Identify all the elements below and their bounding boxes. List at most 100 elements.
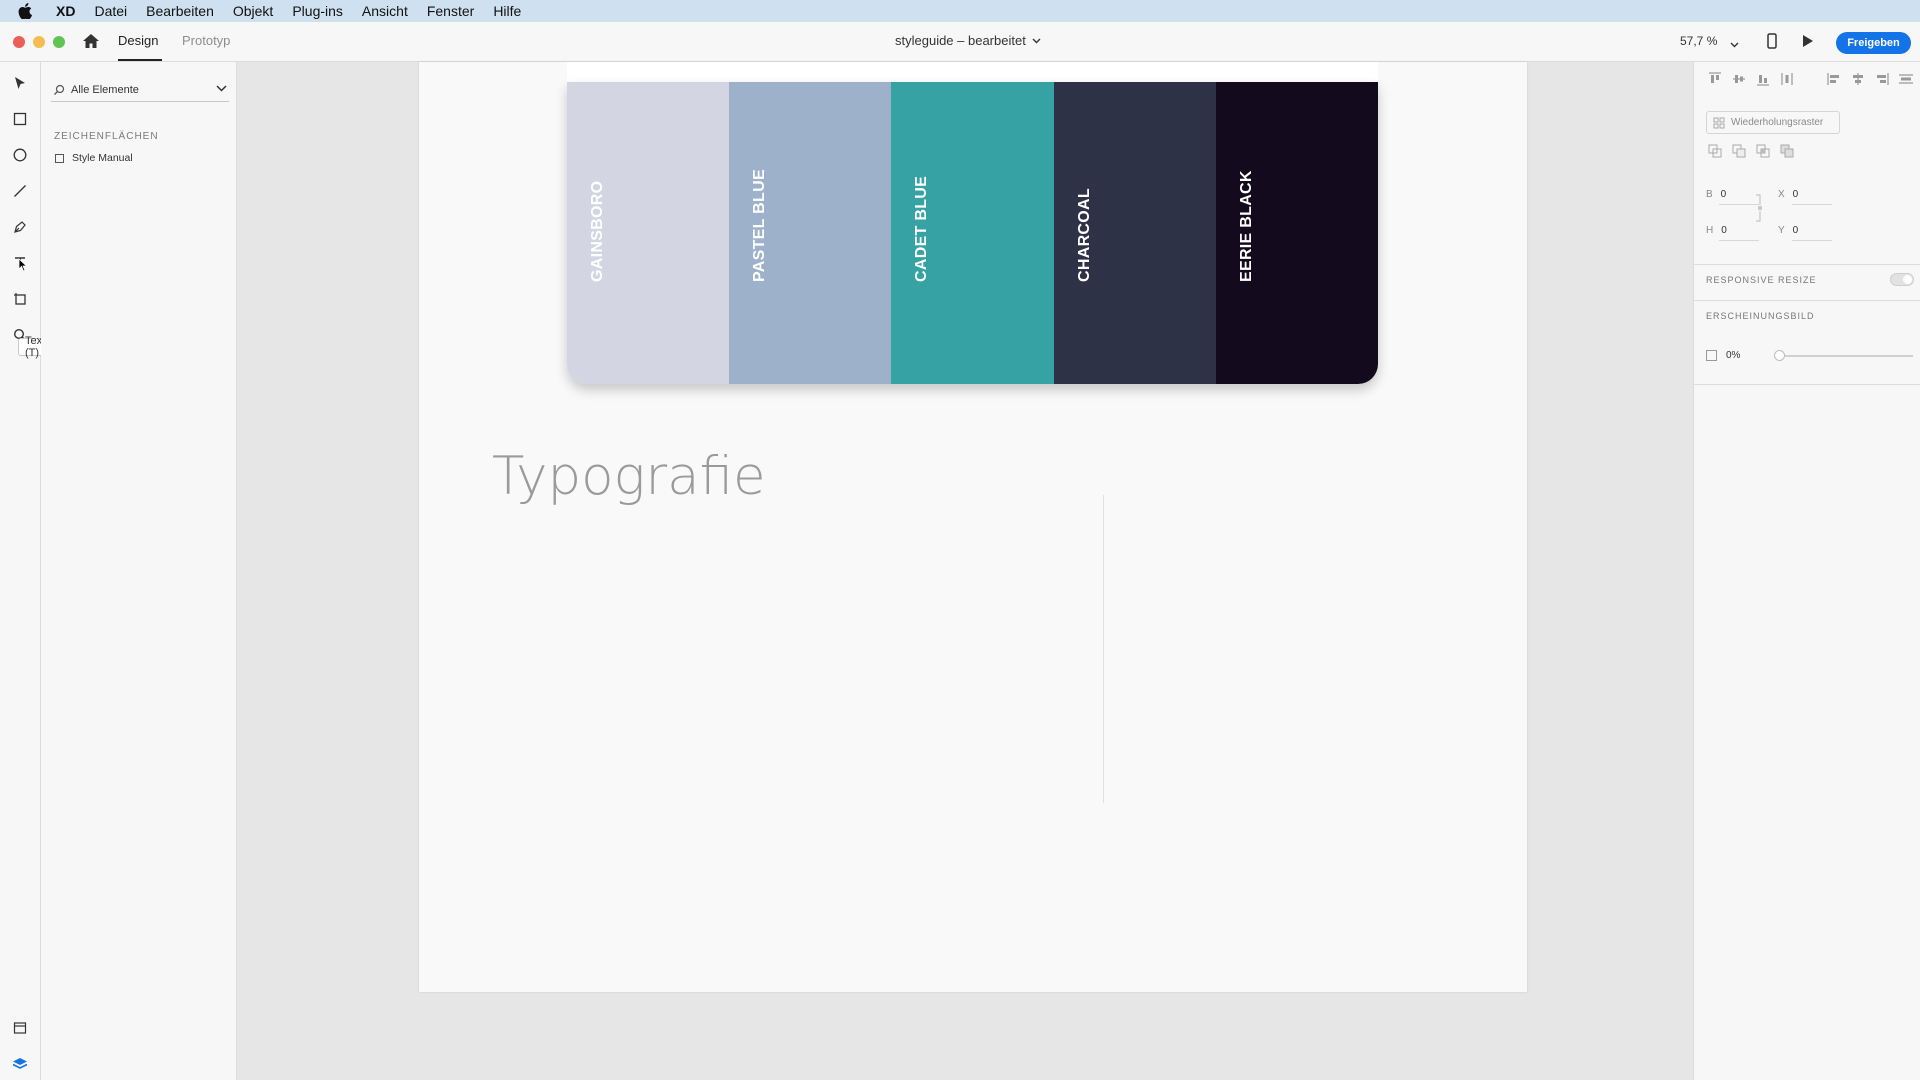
align-top-icon[interactable] <box>1707 72 1723 86</box>
align-left-icon[interactable] <box>1826 72 1842 86</box>
menu-edit[interactable]: Bearbeiten <box>146 3 214 19</box>
repeat-grid-label: Wiederholungsraster <box>1731 117 1824 128</box>
repeat-grid-button[interactable]: Wiederholungsraster <box>1706 111 1840 134</box>
layer-item-artboard[interactable]: Style Manual <box>55 152 133 164</box>
color-swatch[interactable]: CADET BLUE <box>891 82 1054 384</box>
x-field[interactable]: X 0 <box>1778 189 1798 200</box>
width-label: B <box>1706 189 1713 200</box>
menu-app[interactable]: XD <box>56 3 75 19</box>
align-right-icon[interactable] <box>1874 72 1890 86</box>
typography-heading[interactable]: Typografie <box>492 446 766 507</box>
menu-object[interactable]: Objekt <box>233 3 273 19</box>
width-field[interactable]: B 0 <box>1706 189 1726 200</box>
add-shape-icon[interactable] <box>1708 144 1722 158</box>
document-title-text: styleguide – bearbeitet <box>895 33 1026 48</box>
layer-item-label: Style Manual <box>72 152 133 164</box>
opacity-slider-track[interactable] <box>1778 355 1913 357</box>
width-value: 0 <box>1720 189 1727 200</box>
chevron-down-icon <box>216 85 227 92</box>
repeat-grid-icon <box>1713 117 1725 128</box>
swatch-label: CHARCOAL <box>1075 188 1093 282</box>
opacity-field[interactable]: 0% <box>1706 350 1740 361</box>
opacity-slider-thumb[interactable] <box>1774 350 1785 361</box>
mouse-cursor-icon <box>14 256 32 274</box>
menu-file[interactable]: Datei <box>94 3 127 19</box>
y-underline <box>1792 240 1832 241</box>
document-title[interactable]: styleguide – bearbeitet <box>895 33 1041 48</box>
menu-view[interactable]: Ansicht <box>362 3 408 19</box>
minimize-window-button[interactable] <box>33 36 45 48</box>
boolean-ops-group <box>1708 144 1794 158</box>
menu-window[interactable]: Fenster <box>427 3 474 19</box>
chevron-down-icon[interactable] <box>1730 35 1739 53</box>
artboard-style-manual[interactable]: GAINSBORO PASTEL BLUE CADET BLUE CHARCOA… <box>419 62 1527 992</box>
menu-help[interactable]: Hilfe <box>493 3 521 19</box>
ellipse-tool-icon[interactable] <box>11 146 29 164</box>
opacity-value: 0% <box>1726 350 1741 361</box>
height-value: 0 <box>1721 225 1727 236</box>
select-tool-icon[interactable] <box>11 74 29 92</box>
search-icon <box>54 84 65 95</box>
layer-filter-dropdown[interactable]: Alle Elemente <box>51 78 229 102</box>
layers-panel: Alle Elemente ZEICHENFLÄCHEN Style Manua… <box>41 62 237 1080</box>
active-tab-indicator <box>118 59 162 61</box>
responsive-resize-toggle[interactable] <box>1890 273 1914 286</box>
share-button[interactable]: Freigeben <box>1836 32 1911 54</box>
assets-panel-icon[interactable] <box>11 1019 29 1037</box>
exclude-shape-icon[interactable] <box>1780 144 1794 158</box>
y-field[interactable]: Y 0 <box>1778 225 1798 236</box>
home-icon[interactable] <box>82 33 100 49</box>
apple-icon[interactable] <box>18 2 34 20</box>
divider <box>1694 300 1920 301</box>
swatch-label: EERIE BLACK <box>1237 170 1255 282</box>
rectangle-tool-icon[interactable] <box>11 110 29 128</box>
align-middle-icon[interactable] <box>1731 72 1747 86</box>
color-palette[interactable]: GAINSBORO PASTEL BLUE CADET BLUE CHARCOA… <box>567 82 1378 384</box>
design-canvas[interactable]: GAINSBORO PASTEL BLUE CADET BLUE CHARCOA… <box>237 62 1693 1080</box>
artboard-tool-icon[interactable] <box>11 290 29 308</box>
play-icon[interactable] <box>1802 34 1814 53</box>
color-swatch[interactable]: CHARCOAL <box>1053 82 1216 384</box>
align-center-icon[interactable] <box>1850 72 1866 86</box>
pen-tool-icon[interactable] <box>11 218 29 236</box>
swatch-label: CADET BLUE <box>913 175 931 282</box>
lock-aspect-icon[interactable] <box>1755 194 1763 222</box>
opacity-icon <box>1706 350 1717 361</box>
color-swatch[interactable]: PASTEL BLUE <box>729 82 892 384</box>
close-window-button[interactable] <box>13 36 25 48</box>
width-underline <box>1719 204 1759 205</box>
title-bar: Design Prototyp styleguide – bearbeitet … <box>0 22 1920 62</box>
layers-panel-icon[interactable] <box>11 1055 29 1073</box>
tab-prototype[interactable]: Prototyp <box>182 33 230 48</box>
height-label: H <box>1706 225 1714 236</box>
tool-bar: Text (T) <box>0 62 53 1080</box>
color-swatch[interactable]: EERIE BLACK <box>1215 82 1378 384</box>
distribute-horizontal-icon[interactable] <box>1898 72 1914 86</box>
color-swatch[interactable]: GAINSBORO <box>567 82 730 384</box>
divider <box>1694 384 1920 385</box>
swatch-label: PASTEL BLUE <box>751 169 769 282</box>
menu-plugins[interactable]: Plug-ins <box>292 3 343 19</box>
zoom-window-button[interactable] <box>53 36 65 48</box>
line-tool-icon[interactable] <box>11 182 29 200</box>
intersect-shape-icon[interactable] <box>1756 144 1770 158</box>
height-underline <box>1719 240 1759 241</box>
responsive-resize-heading: RESPONSIVE RESIZE <box>1706 275 1817 285</box>
x-label: X <box>1778 189 1785 200</box>
vertical-align-group <box>1707 72 1803 86</box>
align-bottom-icon[interactable] <box>1755 72 1771 86</box>
distribute-vertical-icon[interactable] <box>1779 72 1795 86</box>
tab-design[interactable]: Design <box>118 33 158 48</box>
divider <box>1694 264 1920 265</box>
artboards-heading: ZEICHENFLÄCHEN <box>54 131 159 142</box>
device-preview-icon[interactable] <box>1767 33 1777 54</box>
appearance-heading: ERSCHEINUNGSBILD <box>1706 311 1815 321</box>
chevron-down-icon <box>1032 38 1041 43</box>
x-underline <box>1792 204 1832 205</box>
zoom-level[interactable]: 57,7 % <box>1680 34 1717 48</box>
x-value: 0 <box>1792 189 1799 200</box>
height-field[interactable]: H 0 <box>1706 225 1727 236</box>
subtract-shape-icon[interactable] <box>1732 144 1746 158</box>
layer-filter-label: Alle Elemente <box>71 83 139 96</box>
artboard-icon <box>55 153 64 163</box>
